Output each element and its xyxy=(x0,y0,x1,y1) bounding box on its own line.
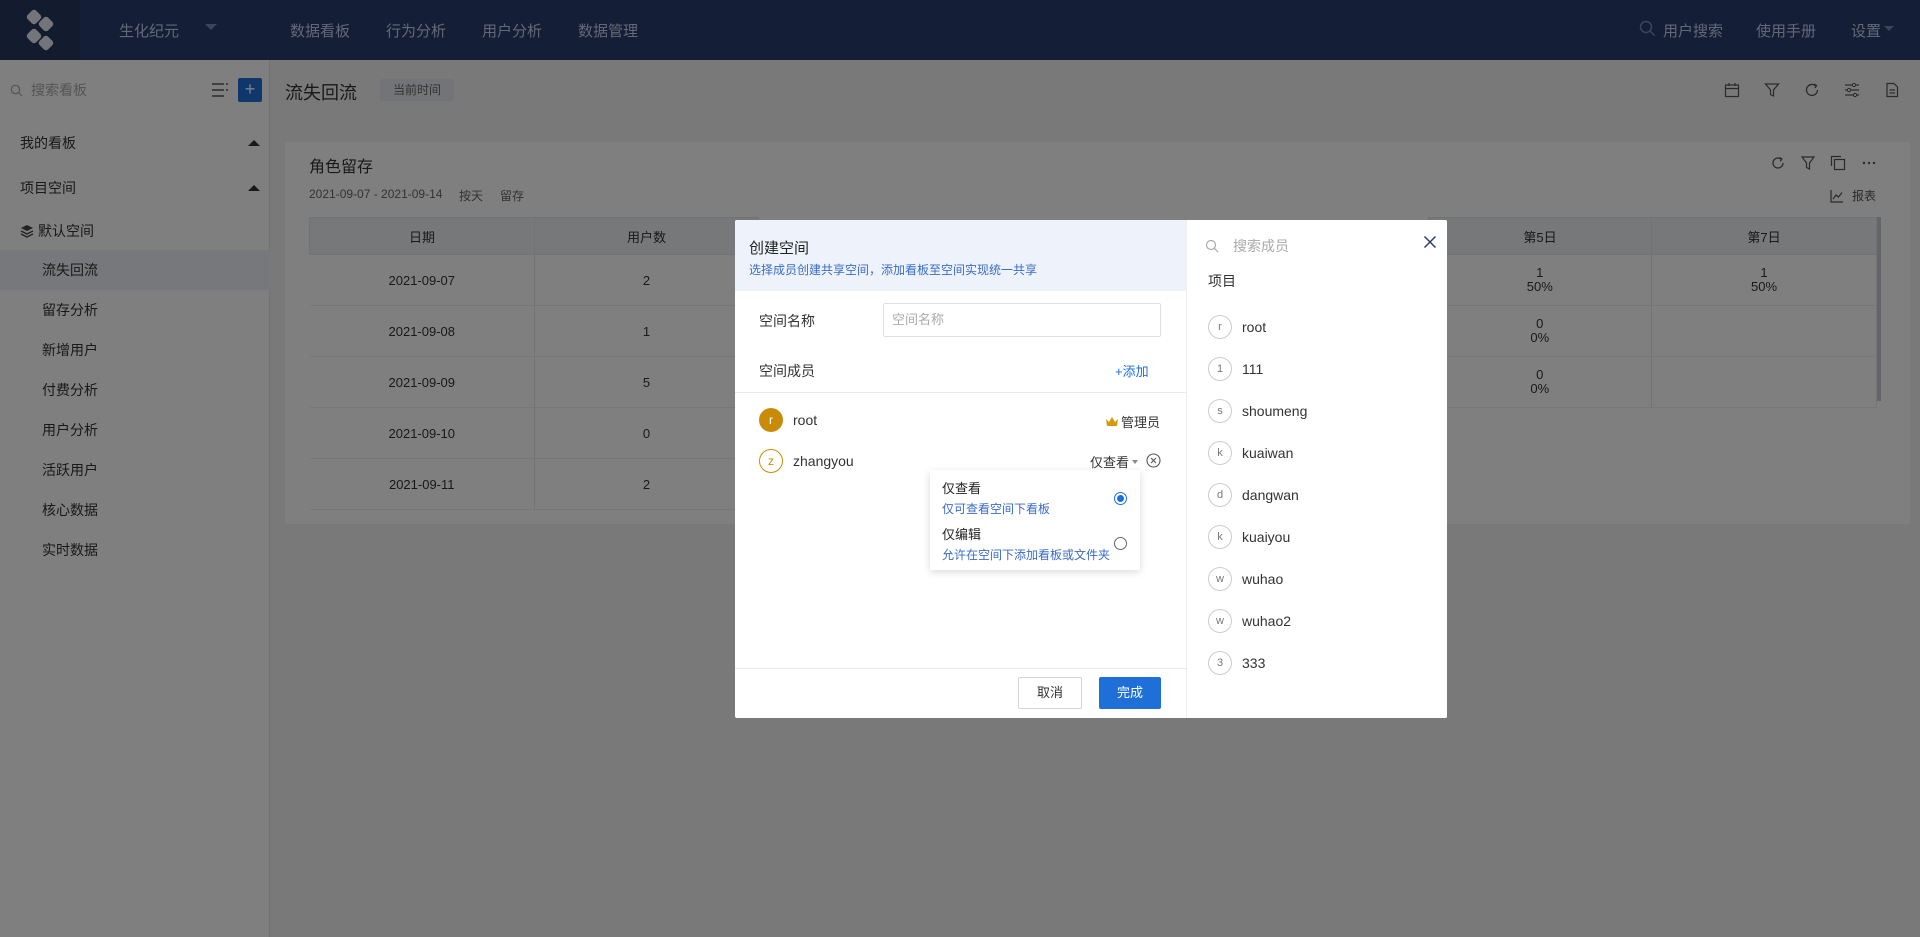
avatar: 3 xyxy=(1208,651,1232,675)
member-option-name: kuaiyou xyxy=(1242,529,1291,545)
dialog-title: 创建空间 xyxy=(749,240,810,257)
member-search[interactable]: 搜索成员 xyxy=(1205,236,1289,256)
avatar: r xyxy=(759,408,783,432)
permission-option-edit[interactable]: 仅编辑 允许在空间下添加看板或文件夹 xyxy=(942,524,1132,563)
space-members-label: 空间成员 xyxy=(759,363,815,379)
member-option-name: shoumeng xyxy=(1242,403,1308,419)
member-option[interactable]: k kuaiwan xyxy=(1208,441,1293,465)
close-icon[interactable] xyxy=(1423,235,1437,249)
member-role-label: 管理员 xyxy=(1121,415,1161,430)
radio-view[interactable] xyxy=(1114,492,1127,505)
confirm-button[interactable]: 完成 xyxy=(1099,677,1161,709)
member-permission-label: 仅查看 xyxy=(1090,455,1130,470)
member-option[interactable]: k kuaiyou xyxy=(1208,525,1290,549)
member-permission-dropdown[interactable]: 仅查看 xyxy=(1090,452,1139,471)
avatar: k xyxy=(1208,441,1232,465)
avatar: k xyxy=(1208,525,1232,549)
member-option[interactable]: w wuhao2 xyxy=(1208,609,1291,633)
remove-member-icon[interactable] xyxy=(1146,453,1161,468)
member-option[interactable]: w wuhao xyxy=(1208,567,1283,591)
space-name-input[interactable]: 空间名称 xyxy=(883,303,1161,337)
member-search-placeholder[interactable]: 搜索成员 xyxy=(1233,236,1289,256)
search-icon xyxy=(1205,239,1219,253)
member-name: root xyxy=(793,412,818,428)
member-section-title: 项目 xyxy=(1208,273,1236,289)
member-option-name: dangwan xyxy=(1242,487,1299,503)
member-option-name: 111 xyxy=(1242,361,1264,377)
member-option-name: wuhao xyxy=(1242,571,1284,587)
member-picker: 搜索成员 项目 r root 1 111 s shoumeng k kuaiwan dd… xyxy=(1186,220,1447,718)
option-title: 仅查看 xyxy=(942,481,982,496)
member-option-name: 333 xyxy=(1242,655,1266,671)
member-name: zhangyou xyxy=(793,453,854,469)
dialog-subtitle: 选择成员创建共享空间，添加看板至空间实现统一共享 xyxy=(749,263,1038,277)
avatar: w xyxy=(1208,609,1232,633)
space-name-label: 空间名称 xyxy=(759,313,815,329)
dialog-header: 创建空间 选择成员创建共享空间，添加看板至空间实现统一共享 xyxy=(735,220,1186,291)
member-option[interactable]: 1 111 xyxy=(1208,357,1263,381)
add-member-link[interactable]: +添加 xyxy=(1115,361,1149,380)
member-option[interactable]: s shoumeng xyxy=(1208,399,1307,423)
avatar: d xyxy=(1208,483,1232,507)
radio-edit[interactable] xyxy=(1114,537,1127,550)
crown-icon xyxy=(1106,416,1118,426)
member-role-admin: 管理员 xyxy=(1105,412,1160,431)
avatar: z xyxy=(759,449,783,473)
avatar: r xyxy=(1208,315,1232,339)
avatar: 1 xyxy=(1208,357,1232,381)
member-option[interactable]: d dangwan xyxy=(1208,483,1299,507)
member-option[interactable]: r root xyxy=(1208,315,1266,339)
divider xyxy=(735,392,1186,393)
member-option-name: wuhao2 xyxy=(1242,613,1292,629)
member-option[interactable]: 3 333 xyxy=(1208,651,1265,675)
permission-option-view[interactable]: 仅查看 仅可查看空间下看板 xyxy=(942,478,1132,517)
avatar: s xyxy=(1208,399,1232,423)
caret-down-icon xyxy=(1132,459,1139,464)
member-option-name: root xyxy=(1242,319,1267,335)
cancel-button[interactable]: 取消 xyxy=(1018,677,1082,709)
member-option-name: kuaiwan xyxy=(1242,445,1294,461)
option-description: 仅可查看空间下看板 xyxy=(942,502,1051,516)
permission-popover: 仅查看 仅可查看空间下看板 仅编辑 允许在空间下添加看板或文件夹 xyxy=(930,470,1140,570)
option-description: 允许在空间下添加看板或文件夹 xyxy=(942,548,1111,562)
option-title: 仅编辑 xyxy=(942,527,982,542)
avatar: w xyxy=(1208,567,1232,591)
divider xyxy=(735,668,1186,669)
create-space-dialog: 创建空间 选择成员创建共享空间，添加看板至空间实现统一共享 空间名称 空间名称 … xyxy=(735,220,1447,718)
